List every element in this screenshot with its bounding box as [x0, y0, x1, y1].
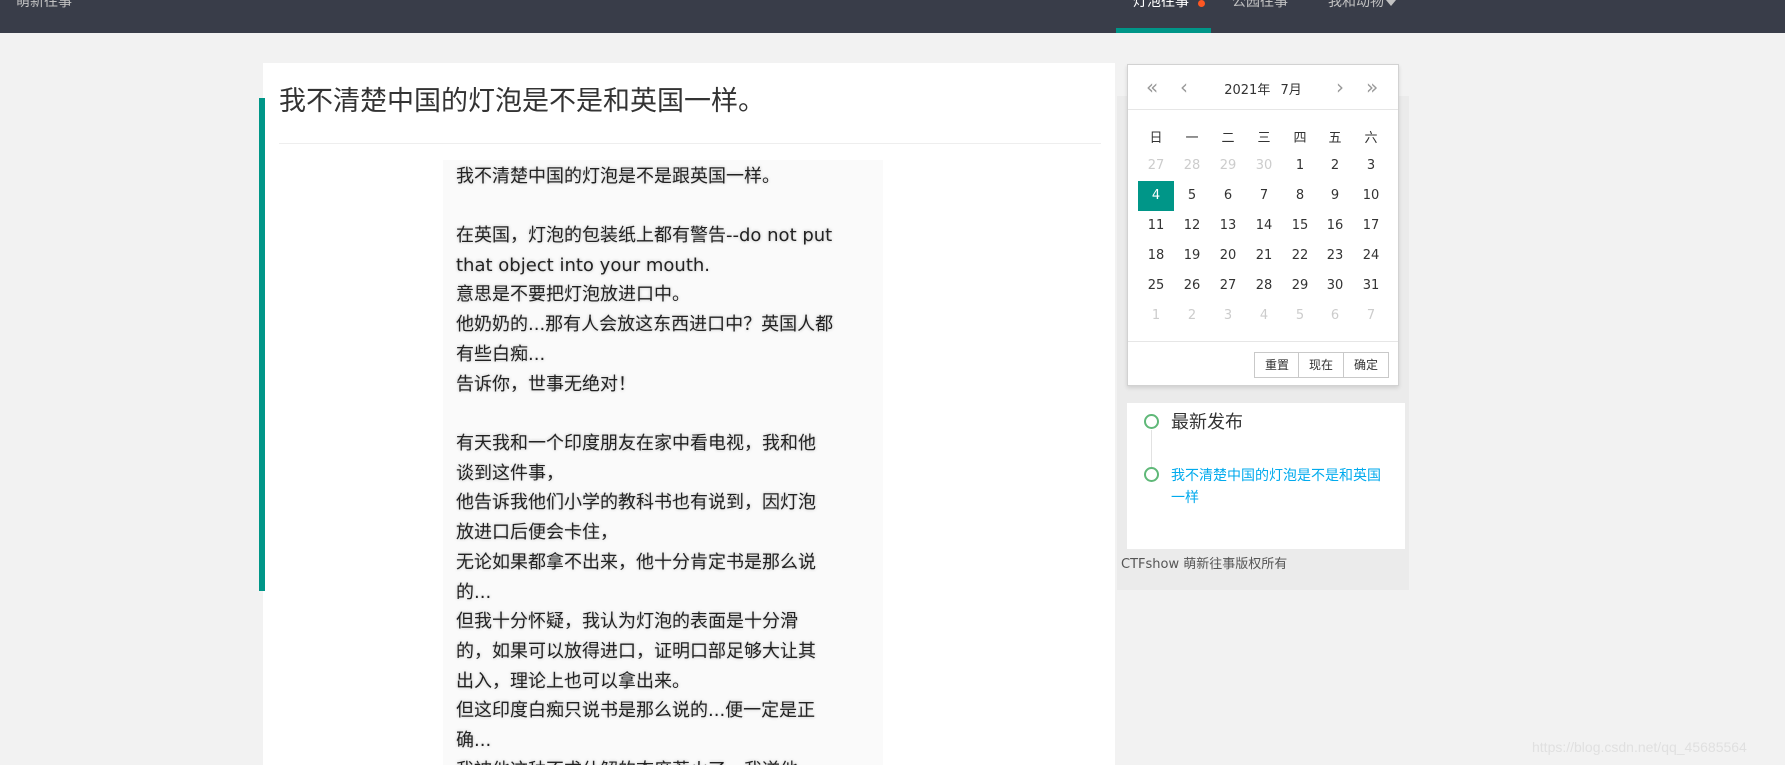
- weekday-label: 二: [1221, 131, 1235, 146]
- calendar-day[interactable]: 27: [1210, 271, 1246, 301]
- latest-post-link[interactable]: 我不清楚中国的灯泡是不是和英国一样: [1171, 465, 1386, 509]
- post-line: 告诉你，世事无绝对！: [456, 374, 636, 395]
- weekday-label: 五: [1328, 131, 1342, 146]
- post-line: 意思是不要把灯泡放进口中。: [456, 284, 690, 305]
- calendar-day[interactable]: 22: [1282, 241, 1318, 271]
- calendar-day[interactable]: 6: [1317, 301, 1353, 331]
- calendar-day[interactable]: 3: [1210, 301, 1246, 331]
- calendar-day[interactable]: 28: [1246, 271, 1282, 301]
- post-line: that object into your mouth.: [456, 255, 711, 276]
- calendar-day[interactable]: 17: [1353, 211, 1389, 241]
- post-line: 无论如果都拿不出来，他十分肯定书是那么说: [456, 552, 816, 573]
- calendar-day[interactable]: 6: [1210, 181, 1246, 211]
- post-line: 他告诉我他们小学的教科书也有说到，因灯泡: [456, 492, 816, 513]
- next-year-icon[interactable]: »: [1366, 76, 1378, 98]
- weekday-label: 六: [1364, 131, 1378, 146]
- calendar-day[interactable]: 21: [1246, 241, 1282, 271]
- copyright-text: CTFshow 萌新往事版权所有: [1121, 557, 1288, 572]
- post-line: 有些白痴...: [456, 344, 546, 365]
- calendar-day[interactable]: 2: [1174, 301, 1210, 331]
- calendar-day[interactable]: 1: [1282, 151, 1318, 181]
- calendar-day[interactable]: 4: [1138, 181, 1174, 211]
- post-line: 的...: [456, 582, 492, 603]
- post-title: 我不清楚中国的灯泡是不是和英国一样。: [279, 86, 765, 117]
- calendar-day[interactable]: 11: [1138, 211, 1174, 241]
- month-select[interactable]: 7月: [1280, 83, 1301, 98]
- calendar-day[interactable]: 2: [1317, 151, 1353, 181]
- post-line: 但这印度白痴只说书是那么说的...便一定是正: [456, 700, 816, 721]
- date-picker-header: « ‹ 2021年 7月 › »: [1128, 65, 1398, 110]
- calendar-day[interactable]: 27: [1138, 151, 1174, 181]
- post-line: 放进口后便会卡住，: [456, 522, 618, 543]
- calendar-day[interactable]: 15: [1282, 211, 1318, 241]
- calendar-day[interactable]: 10: [1353, 181, 1389, 211]
- post-line: 谈到这件事，: [456, 463, 564, 484]
- calendar-day[interactable]: 18: [1138, 241, 1174, 271]
- post-line: 他奶奶的...那有人会放这东西进口中？英国人都: [456, 314, 834, 335]
- post-line: 我不清楚中国的灯泡是不是跟英国一样。: [456, 166, 780, 187]
- latest-posts-title: 最新发布: [1171, 412, 1243, 433]
- post-line: 我被他这种不求什解的态度惹火了，我逆他: [456, 760, 798, 765]
- watermark: https://blog.csdn.net/qq_45685564: [1532, 739, 1747, 755]
- title-divider: [279, 143, 1101, 144]
- nav-item-me-and-animals[interactable]: 我和动物: [1328, 0, 1384, 10]
- nav-active-indicator: [1116, 28, 1211, 33]
- calendar-day[interactable]: 30: [1246, 151, 1282, 181]
- calendar-day[interactable]: 29: [1210, 151, 1246, 181]
- reset-button[interactable]: 重置: [1254, 352, 1301, 378]
- calendar-day[interactable]: 29: [1282, 271, 1318, 301]
- calendar-day[interactable]: 7: [1353, 301, 1389, 331]
- notification-dot: [1198, 0, 1205, 7]
- post-line: 的，如果可以放得进口，证明口部足够大让其: [456, 641, 816, 662]
- post-line: 有天我和一个印度朋友在家中看电视，我和他: [456, 433, 816, 454]
- calendar-day[interactable]: 5: [1282, 301, 1318, 331]
- calendar-day[interactable]: 3: [1353, 151, 1389, 181]
- date-picker-title: 2021年 7月: [1128, 79, 1398, 98]
- calendar-day[interactable]: 14: [1246, 211, 1282, 241]
- weekday-label: 三: [1257, 131, 1271, 146]
- calendar-day[interactable]: 30: [1317, 271, 1353, 301]
- weekday-label: 四: [1293, 131, 1307, 146]
- year-select[interactable]: 2021年: [1224, 83, 1270, 98]
- site-brand[interactable]: 萌新往事: [16, 0, 72, 10]
- post-accent-bar: [259, 98, 265, 591]
- date-picker[interactable]: « ‹ 2021年 7月 › » 日一二三四五六 27 28 29 30 1 2 3 4 5 6 7…: [1127, 64, 1399, 386]
- post-line: 在英国，灯泡的包装纸上都有警告--do not put: [456, 225, 833, 246]
- calendar-day[interactable]: 23: [1317, 241, 1353, 271]
- calendar-day[interactable]: 24: [1353, 241, 1389, 271]
- calendar-day[interactable]: 8: [1282, 181, 1318, 211]
- calendar-day[interactable]: 16: [1317, 211, 1353, 241]
- calendar-day[interactable]: 1: [1138, 301, 1174, 331]
- confirm-button[interactable]: 确定: [1343, 352, 1390, 378]
- nav-item-park-stories[interactable]: 公园往事: [1232, 0, 1288, 10]
- timeline-dot-icon: [1144, 414, 1159, 429]
- nav-item-bulb-stories[interactable]: 灯泡往事: [1133, 0, 1189, 10]
- next-month-icon[interactable]: ›: [1336, 76, 1344, 98]
- calendar-day[interactable]: 7: [1246, 181, 1282, 211]
- calendar-day[interactable]: 28: [1174, 151, 1210, 181]
- calendar-day[interactable]: 25: [1138, 271, 1174, 301]
- calendar-day[interactable]: 26: [1174, 271, 1210, 301]
- calendar-day[interactable]: 20: [1210, 241, 1246, 271]
- calendar-day[interactable]: 31: [1353, 271, 1389, 301]
- timeline-dot-icon: [1144, 467, 1159, 482]
- post-line: 出入，理论上也可以拿出来。: [456, 671, 690, 692]
- calendar-day[interactable]: 13: [1210, 211, 1246, 241]
- calendar-day[interactable]: 9: [1317, 181, 1353, 211]
- post-line: 确...: [456, 730, 492, 751]
- chevron-down-icon[interactable]: [1386, 0, 1396, 6]
- weekday-label: 日: [1149, 131, 1163, 146]
- now-button[interactable]: 现在: [1298, 352, 1345, 378]
- top-navbar: 萌新往事 灯泡往事 公园往事 我和动物: [0, 0, 1785, 33]
- calendar-day[interactable]: 5: [1174, 181, 1210, 211]
- weekday-label: 一: [1185, 131, 1199, 146]
- post-line: 但我十分怀疑，我认为灯泡的表面是十分滑: [456, 611, 798, 632]
- calendar-day[interactable]: 19: [1174, 241, 1210, 271]
- calendar-day[interactable]: 12: [1174, 211, 1210, 241]
- calendar-day[interactable]: 4: [1246, 301, 1282, 331]
